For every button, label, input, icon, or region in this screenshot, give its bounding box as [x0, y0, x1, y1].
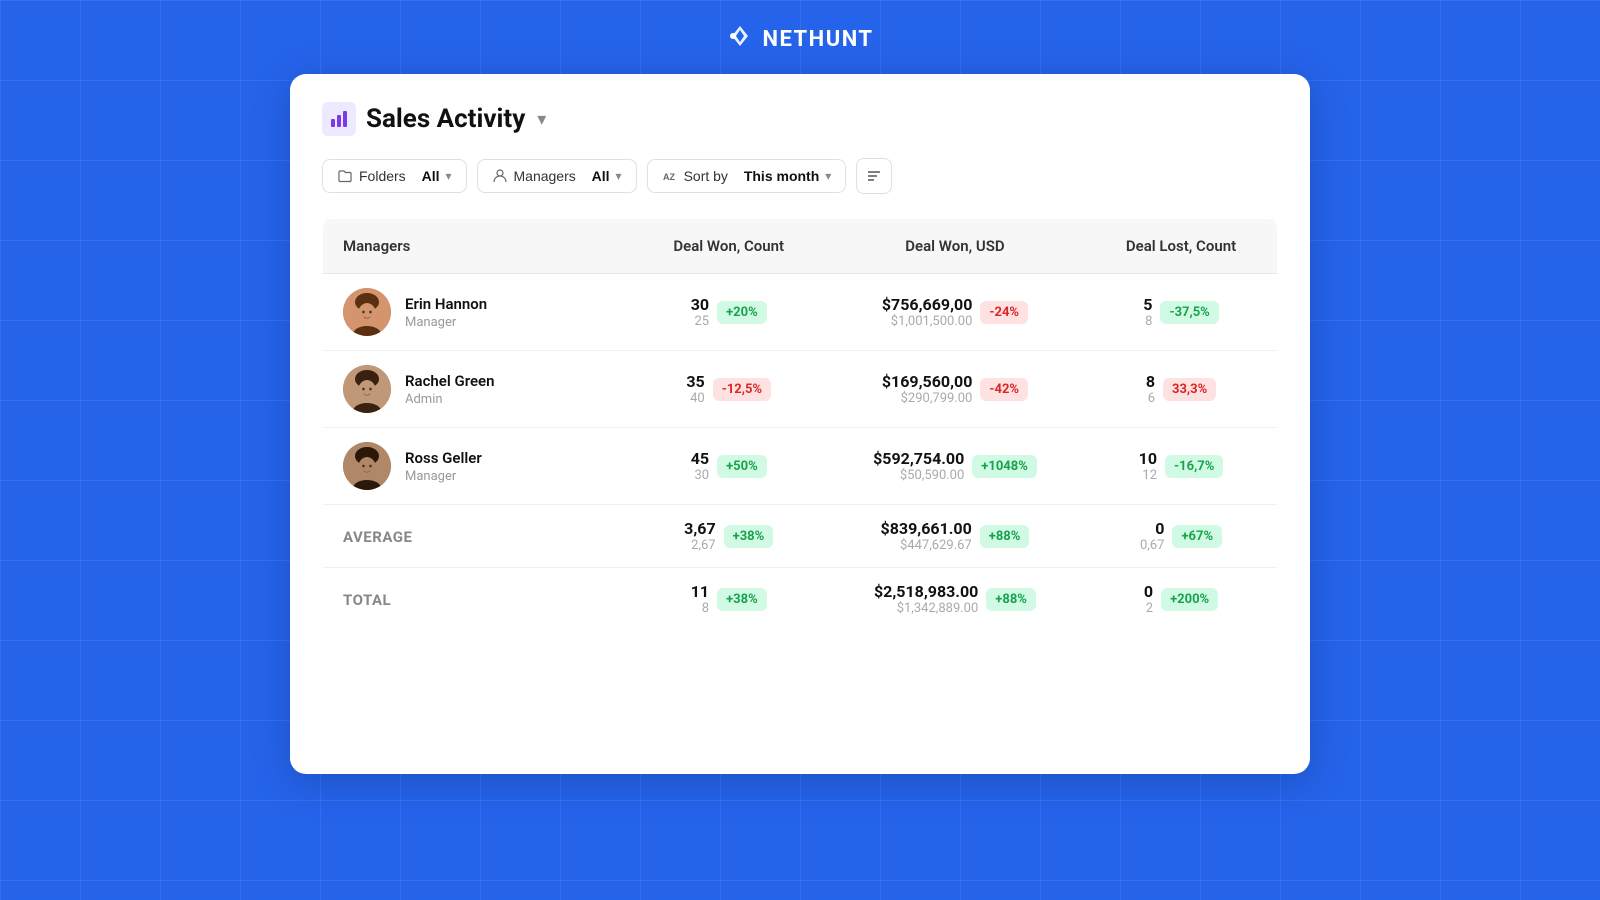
badge: +50%: [717, 455, 767, 478]
average-row: AVERAGE 3,67 2,67 +38% $839,661.00 $447,…: [323, 505, 1278, 568]
deal-won-usd-cell-2: $592,754.00 $50,590.00 +1048%: [825, 428, 1085, 505]
deal-lost-count-cell-0: 5 8 -37,5%: [1085, 274, 1277, 351]
average-deal-lost-count: 0 0,67 +67%: [1085, 505, 1277, 568]
sort-value: This month: [744, 168, 819, 184]
title-chevron[interactable]: ▾: [537, 109, 546, 130]
badge: -12,5%: [713, 378, 771, 401]
total-deal-lost-count: 0 2 +200%: [1085, 568, 1277, 631]
main-card: Sales Activity ▾ Folders All ▾ Managers …: [290, 74, 1310, 774]
folder-icon: [337, 168, 353, 184]
badge: -42%: [980, 378, 1028, 401]
managers-value: All: [592, 168, 610, 184]
deal-lost-count-cell-2: 10 12 -16,7%: [1085, 428, 1277, 505]
folders-chevron-icon: ▾: [445, 169, 451, 183]
deal-won-count-cell-1: 35 40 -12,5%: [633, 351, 825, 428]
bar-chart-icon: [330, 110, 348, 128]
badge: -37,5%: [1160, 301, 1218, 324]
total-row: TOTAL 11 8 +38% $2,518,983.00 $1,342,889…: [323, 568, 1278, 631]
table-row: Ross Geller Manager 45 30 +50% $592,754.…: [323, 428, 1278, 505]
manager-name: Rachel Green: [405, 372, 494, 390]
badge: +38%: [717, 588, 767, 611]
badge: +1048%: [972, 455, 1037, 478]
sort-filter-button[interactable]: AZ Sort by This month ▾: [647, 159, 847, 193]
page-title-row: Sales Activity ▾: [322, 102, 1278, 136]
manager-role: Manager: [405, 469, 482, 484]
deal-lost-count-cell-1: 8 6 33,3%: [1085, 351, 1277, 428]
badge: +67%: [1172, 525, 1222, 548]
table-row: Rachel Green Admin 35 40 -12,5% $169,560…: [323, 351, 1278, 428]
badge: +200%: [1161, 588, 1218, 611]
badge: +20%: [717, 301, 767, 324]
person-icon: [492, 168, 508, 184]
manager-cell-2: Ross Geller Manager: [323, 428, 633, 505]
logo-icon: [726, 22, 754, 56]
managers-chevron-icon: ▾: [616, 169, 622, 183]
average-deal-won-count: 3,67 2,67 +38%: [633, 505, 825, 568]
avatar-rachel: [343, 365, 391, 413]
col-managers: Managers: [323, 219, 633, 274]
deal-won-usd-cell-0: $756,669,00 $1,001,500.00 -24%: [825, 274, 1085, 351]
logo: NetHunt: [726, 22, 873, 56]
col-deal-won-usd: Deal Won, USD: [825, 219, 1085, 274]
manager-role: Manager: [405, 315, 487, 330]
col-deal-won-count: Deal Won, Count: [633, 219, 825, 274]
manager-cell-0: Erin Hannon Manager: [323, 274, 633, 351]
folders-value: All: [422, 168, 440, 184]
table-row: Erin Hannon Manager 30 25 +20% $756,669,…: [323, 274, 1278, 351]
sort-label: Sort by: [684, 168, 728, 184]
manager-cell-1: Rachel Green Admin: [323, 351, 633, 428]
avatar-erin: [343, 288, 391, 336]
sort-lines-icon: [865, 167, 883, 185]
sort-order-button[interactable]: [856, 158, 892, 194]
badge: 33,3%: [1163, 378, 1216, 401]
managers-filter-button[interactable]: Managers All ▾: [477, 159, 637, 193]
filter-bar: Folders All ▾ Managers All ▾ AZ Sort by …: [322, 158, 1278, 194]
deal-won-count-cell-0: 30 25 +20%: [633, 274, 825, 351]
manager-role: Admin: [405, 392, 494, 407]
folders-filter-button[interactable]: Folders All ▾: [322, 159, 467, 193]
badge: -16,7%: [1165, 455, 1223, 478]
folders-label: Folders: [359, 168, 406, 184]
logo-text: NetHunt: [762, 27, 873, 52]
sales-activity-table: Managers Deal Won, Count Deal Won, USD D…: [322, 218, 1278, 631]
managers-label: Managers: [514, 168, 576, 184]
page-title: Sales Activity: [366, 104, 525, 134]
total-deal-won-usd: $2,518,983.00 $1,342,889.00 +88%: [825, 568, 1085, 631]
title-icon-box: [322, 102, 356, 136]
average-label-cell: AVERAGE: [323, 505, 633, 568]
badge: +88%: [986, 588, 1036, 611]
total-deal-won-count: 11 8 +38%: [633, 568, 825, 631]
deal-won-usd-cell-1: $169,560,00 $290,799.00 -42%: [825, 351, 1085, 428]
sort-az-icon: AZ: [662, 168, 678, 184]
badge: -24%: [980, 301, 1028, 324]
avatar-ross: [343, 442, 391, 490]
sort-chevron-icon: ▾: [825, 169, 831, 183]
badge: +38%: [724, 525, 774, 548]
col-deal-lost-count: Deal Lost, Count: [1085, 219, 1277, 274]
manager-name: Erin Hannon: [405, 295, 487, 313]
badge: +88%: [980, 525, 1030, 548]
average-deal-won-usd: $839,661.00 $447,629.67 +88%: [825, 505, 1085, 568]
svg-text:AZ: AZ: [663, 172, 675, 182]
manager-name: Ross Geller: [405, 449, 482, 467]
total-label-cell: TOTAL: [323, 568, 633, 631]
table-header-row: Managers Deal Won, Count Deal Won, USD D…: [323, 219, 1278, 274]
deal-won-count-cell-2: 45 30 +50%: [633, 428, 825, 505]
top-header: NetHunt: [0, 0, 1600, 74]
